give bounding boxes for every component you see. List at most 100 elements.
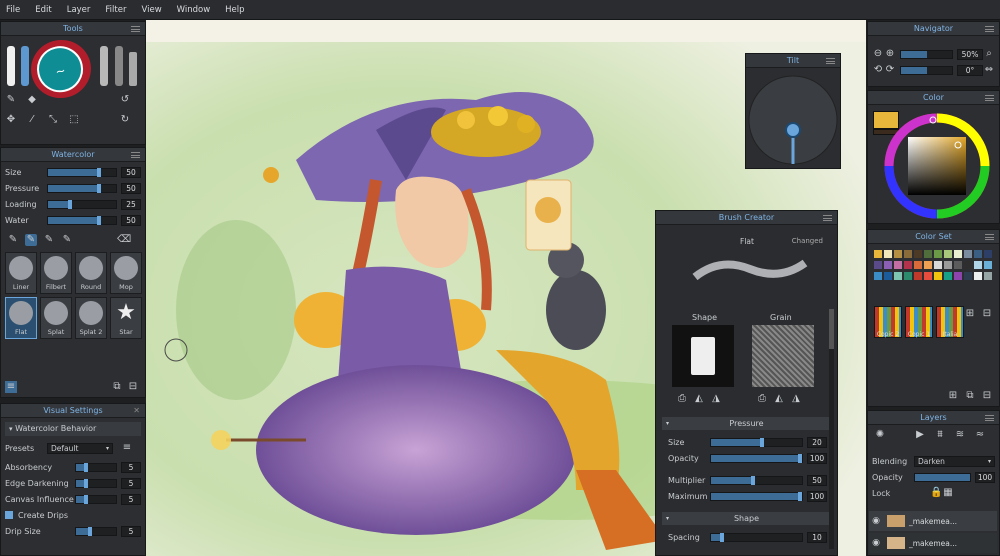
color-swatch[interactable] — [874, 250, 882, 258]
color-swatch[interactable] — [944, 272, 952, 280]
pressure-opacity-value[interactable]: 100 — [807, 452, 827, 464]
color-swatch[interactable] — [914, 261, 922, 269]
pressure-size-slider[interactable] — [710, 437, 803, 447]
pressure-opacity-slider[interactable] — [710, 453, 803, 463]
layer-merge-icon[interactable]: ⩩ — [934, 429, 946, 441]
color-swatch[interactable] — [904, 261, 912, 269]
brush-preset-splat[interactable]: Splat — [40, 297, 72, 339]
blending-dropdown[interactable]: Darken ▾ — [914, 455, 995, 467]
menu-item-filter[interactable]: Filter — [105, 5, 126, 15]
color-swatch[interactable] — [934, 272, 942, 280]
menu-item-window[interactable]: Window — [177, 5, 211, 15]
color-swatch[interactable] — [984, 272, 992, 280]
dry-mode-icon[interactable]: ✎ — [61, 234, 73, 246]
color-swatch[interactable] — [964, 250, 972, 258]
eyedropper-tool-icon[interactable]: ⁄ — [26, 114, 38, 126]
presets-dropdown[interactable]: Default ▾ — [47, 442, 113, 454]
color-swatch[interactable] — [934, 250, 942, 258]
maximum-value[interactable]: 100 — [807, 490, 827, 502]
create-drips-checkbox[interactable] — [5, 511, 13, 519]
tilt-control[interactable] — [746, 68, 840, 168]
brush-preset-round[interactable]: Round — [75, 252, 107, 294]
eraser-icon[interactable]: ⌫ — [117, 234, 131, 246]
menu-item-edit[interactable]: Edit — [35, 5, 51, 15]
duplicate-brush-icon[interactable]: ⧉ — [111, 381, 123, 393]
color-swatch[interactable] — [904, 250, 912, 258]
loading-slider[interactable] — [47, 199, 117, 209]
visibility-eye-icon[interactable]: ◉ — [869, 538, 883, 548]
fill-tool-icon[interactable]: ◆ — [26, 94, 38, 106]
color-swatch[interactable] — [954, 272, 962, 280]
color-swatch[interactable] — [944, 261, 952, 269]
shape-tone-icon[interactable]: ◮ — [710, 393, 722, 405]
color-swatch[interactable] — [894, 261, 902, 269]
brush-preset-filbert[interactable]: Filbert — [40, 252, 72, 294]
size-value[interactable]: 50 — [121, 166, 141, 178]
color-swatch[interactable] — [894, 272, 902, 280]
color-swatch[interactable] — [954, 250, 962, 258]
zoom-in-icon[interactable]: ⊕ — [884, 48, 896, 60]
shape-preview[interactable] — [672, 325, 734, 387]
blend-mode-icon[interactable]: ✎ — [43, 234, 55, 246]
color-set-thumb[interactable]: Copic 1 — [905, 306, 933, 338]
rotate-left-icon[interactable]: ⟲ — [872, 64, 884, 76]
layer-opacity-value[interactable]: 100 — [975, 471, 995, 483]
color-swatch[interactable] — [944, 250, 952, 258]
zoom-out-icon[interactable]: ⊖ — [872, 48, 884, 60]
pressure-value[interactable]: 50 — [121, 182, 141, 194]
brush-creator-scrollbar[interactable] — [829, 309, 834, 549]
edge-darkening-slider[interactable] — [75, 478, 117, 488]
color-swatch[interactable] — [934, 261, 942, 269]
brush-mode-icon[interactable]: ✎ — [7, 234, 19, 246]
menu-item-file[interactable]: File — [6, 5, 20, 15]
pressure-section-header[interactable]: ▾ Pressure — [662, 417, 831, 430]
color-set-new-icon[interactable]: ⊞ — [947, 390, 959, 402]
brush-preset-star[interactable]: ★ Star — [110, 297, 142, 339]
multiplier-slider[interactable] — [710, 475, 803, 485]
loading-value[interactable]: 25 — [121, 198, 141, 210]
color-swatch[interactable] — [924, 261, 932, 269]
brush-preset-flat[interactable]: Flat — [5, 297, 37, 339]
close-icon[interactable]: ✕ — [133, 404, 140, 418]
color-swatch[interactable] — [974, 261, 982, 269]
maximum-slider[interactable] — [710, 491, 803, 501]
color-set-delete-icon[interactable]: ⊟ — [981, 390, 993, 402]
water-slider[interactable] — [47, 215, 117, 225]
color-swatch[interactable] — [974, 250, 982, 258]
water-value[interactable]: 50 — [121, 214, 141, 226]
edge-darkening-value[interactable]: 5 — [121, 477, 141, 489]
brush-preset-splat-2[interactable]: Splat 2 — [75, 297, 107, 339]
color-swatch[interactable] — [894, 250, 902, 258]
color-wheel[interactable] — [882, 111, 992, 221]
color-swatch[interactable] — [874, 261, 882, 269]
layer-dry-icon[interactable]: ≈ — [974, 429, 986, 441]
drip-size-value[interactable]: 5 — [121, 525, 141, 537]
zoom-fit-icon[interactable]: ⌕ — [983, 48, 995, 60]
menu-item-view[interactable]: View — [141, 5, 161, 15]
color-swatch[interactable] — [954, 261, 962, 269]
undo-icon[interactable]: ↺ — [119, 94, 131, 106]
brush-preset-liner[interactable]: Liner — [5, 252, 37, 294]
zoom-value[interactable]: 50% — [957, 48, 983, 60]
remove-brush-icon[interactable]: ⊟ — [127, 381, 139, 393]
color-set-thumb[interactable]: Italia — [936, 306, 964, 338]
layer-opacity-slider[interactable] — [914, 472, 971, 482]
canvas-influence-slider[interactable] — [75, 494, 117, 504]
shape-flip-icon[interactable]: ◭ — [693, 393, 705, 405]
color-swatch[interactable] — [924, 250, 932, 258]
menu-item-layer[interactable]: Layer — [67, 5, 91, 15]
layer-row[interactable]: ◉ _makemea... — [869, 511, 997, 531]
color-swatch[interactable] — [904, 272, 912, 280]
layer-row[interactable]: ◉ _makemea... — [869, 533, 997, 553]
pressure-size-value[interactable]: 20 — [807, 436, 827, 448]
color-set-thumb[interactable]: Copic 2 — [874, 306, 902, 338]
color-swatch[interactable] — [884, 272, 892, 280]
size-slider[interactable] — [47, 167, 117, 177]
color-swatch[interactable] — [884, 261, 892, 269]
color-swatch[interactable] — [984, 250, 992, 258]
shape-import-icon[interactable]: ⎙ — [676, 393, 688, 405]
grain-preview[interactable] — [752, 325, 814, 387]
color-swatch[interactable] — [914, 272, 922, 280]
visibility-eye-icon[interactable]: ◉ — [869, 516, 883, 526]
create-drips-row[interactable]: Create Drips — [1, 507, 145, 523]
